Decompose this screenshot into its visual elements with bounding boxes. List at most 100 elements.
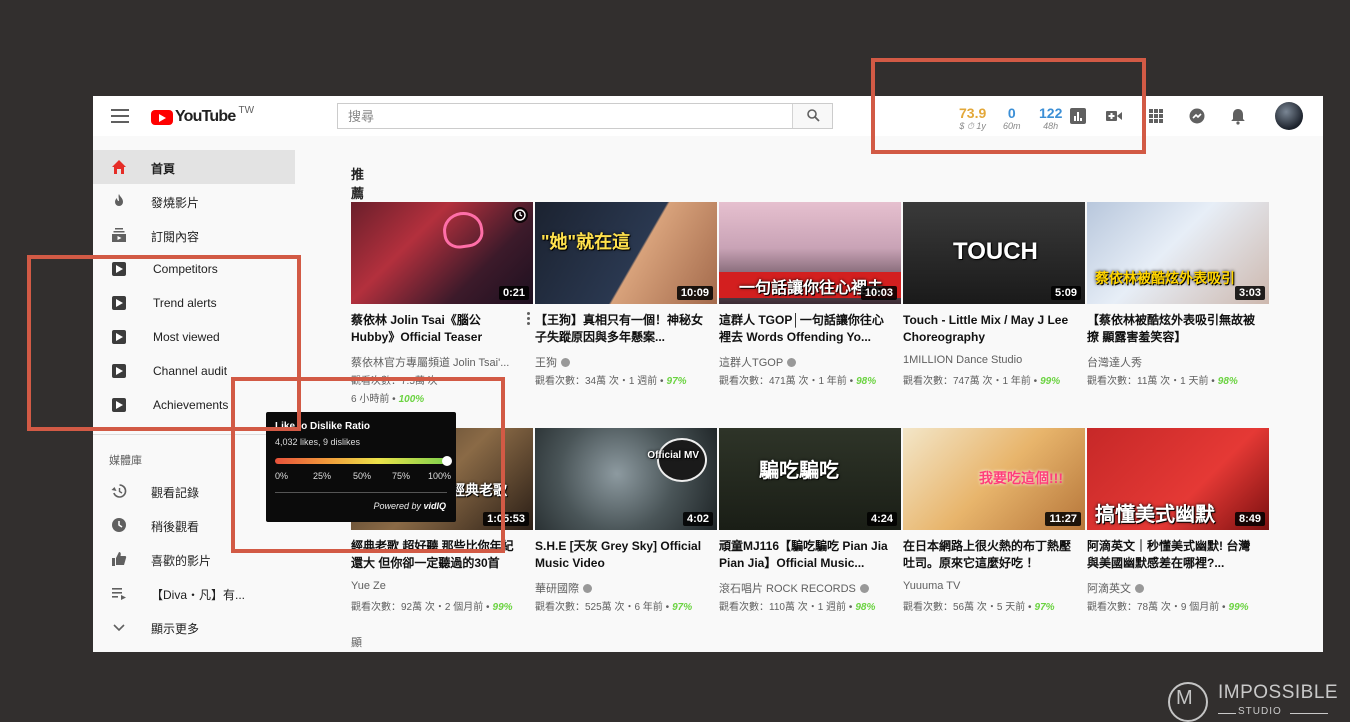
video-meta: 觀看次數：56萬 次・5 天前 • 97% xyxy=(903,598,1087,613)
video-card[interactable]: 我要吃這個!!! 11:27 在日本網路上很火熱的布丁熱壓吐司。原來它這麼好吃 … xyxy=(903,428,1085,642)
sidebar-show-more[interactable]: 顯示更多 xyxy=(93,610,295,644)
video-title[interactable]: 蔡依林 Jolin Tsai《腦公 Hubby》Official Teaser xyxy=(351,312,521,346)
search-button[interactable] xyxy=(792,104,832,128)
menu-icon[interactable] xyxy=(111,109,129,123)
channel-name[interactable]: Yue Ze xyxy=(351,580,523,592)
channel-name-text: 王狗 xyxy=(535,357,557,369)
video-thumbnail[interactable]: 我要吃這個!!! 11:27 xyxy=(903,428,1085,530)
video-card[interactable]: TOUCH 5:09 Touch - Little Mix / May J Le… xyxy=(903,202,1085,416)
video-card[interactable]: 一句話讓你往心裡去 10:03 這群人 TGOP│一句話讓你往心裡去 Words… xyxy=(719,202,901,416)
channel-name-text: 1MILLION Dance Studio xyxy=(903,354,1023,366)
video-title[interactable]: S.H.E [天灰 Grey Sky] Official Music Video xyxy=(535,538,705,572)
sidebar-item-label: 首頁 xyxy=(151,162,176,176)
flame-icon xyxy=(115,194,123,206)
chevron-down-icon xyxy=(113,624,125,632)
bell-icon[interactable] xyxy=(1229,107,1247,125)
video-stats: 觀看次數：747萬 次・1 年前 • xyxy=(903,376,1038,387)
video-title[interactable]: 在日本網路上很火熱的布丁熱壓吐司。原來它這麼好吃 ！ xyxy=(903,538,1073,572)
sidebar-item-home[interactable]: 首頁 xyxy=(93,150,295,184)
sidebar-item-label: 【Diva・凡】有... xyxy=(151,588,246,602)
video-meta: 觀看次數：34萬 次・1 週前 • 97% xyxy=(535,372,719,387)
video-thumbnail[interactable]: 一句話讓你往心裡去 10:03 xyxy=(719,202,901,304)
channel-name[interactable]: 華研國際 xyxy=(535,580,707,596)
more-options-icon[interactable] xyxy=(523,312,533,328)
video-thumbnail[interactable]: 騙吃騙吃 4:24 xyxy=(719,428,901,530)
highlight-box-stats xyxy=(871,58,1146,154)
channel-name-text: 阿滴英文 xyxy=(1087,583,1131,595)
channel-name-text: Yuuuma TV xyxy=(903,580,961,592)
channel-name[interactable]: 阿滴英文 xyxy=(1087,580,1259,596)
search-input[interactable] xyxy=(338,104,792,128)
subscriptions-icon xyxy=(112,228,126,242)
like-ratio: 98% xyxy=(1217,376,1238,387)
channel-name-text: Yue Ze xyxy=(351,580,386,592)
video-title[interactable]: 【王狗】真相只有一個！神秘女子失蹤原因與多年懸案... xyxy=(535,312,705,346)
video-title[interactable]: Touch - Little Mix / May J Lee Choreogra… xyxy=(903,312,1073,346)
video-card[interactable]: "她"就在這 10:09 【王狗】真相只有一個！神秘女子失蹤原因與多年懸案...… xyxy=(535,202,717,416)
thumbnail-caption: 蔡依林被酷炫外表吸引 xyxy=(1095,270,1235,286)
video-title[interactable]: 頑童MJ116【騙吃騙吃 Pian Jia Pian Jia】Official … xyxy=(719,538,889,572)
video-duration: 10:03 xyxy=(860,286,897,300)
clock-icon[interactable] xyxy=(512,207,528,223)
apps-icon[interactable] xyxy=(1147,107,1165,125)
messages-icon[interactable] xyxy=(1188,107,1206,125)
verified-icon xyxy=(561,358,570,367)
studio-logo: M IMPOSSIBLE STUDIO xyxy=(1168,680,1338,722)
like-ratio: 99% xyxy=(1040,376,1061,387)
library-heading: 媒體庫 xyxy=(109,455,142,467)
sidebar-item-label: 觀看記錄 xyxy=(151,486,200,500)
video-thumbnail[interactable]: 蔡依林被酷炫外表吸引 3:03 xyxy=(1087,202,1269,304)
video-title[interactable]: 這群人 TGOP│一句話讓你往心裡去 Words Offending Yo... xyxy=(719,312,889,346)
clock-icon xyxy=(112,518,126,532)
video-stats: 觀看次數：525萬 次・6 年前 • xyxy=(535,602,670,613)
video-title[interactable]: 【蔡依林被酷炫外表吸引無故被撩 顯露害羞笑容】 xyxy=(1087,312,1257,346)
channel-name-text: 滾石唱片 ROCK RECORDS xyxy=(719,583,856,595)
studio-sub: STUDIO xyxy=(1238,706,1282,717)
sidebar-item-subscriptions[interactable]: 訂閱內容 xyxy=(93,218,295,252)
like-ratio: 98% xyxy=(856,376,877,387)
video-card[interactable]: 搞懂美式幽默 8:49 阿滴英文｜秒懂美式幽默! 台灣與美國幽默感差在哪裡?..… xyxy=(1087,428,1269,642)
video-thumbnail[interactable]: TOUCH 5:09 xyxy=(903,202,1085,304)
history-icon xyxy=(111,484,127,498)
search-box xyxy=(337,103,833,129)
channel-name[interactable]: Yuuuma TV xyxy=(903,580,1075,592)
video-card[interactable]: 騙吃騙吃 4:24 頑童MJ116【騙吃騙吃 Pian Jia Pian Jia… xyxy=(719,428,901,642)
video-duration: 10:09 xyxy=(676,286,713,300)
show-more-info-link[interactable]: 顯示完整資訊 xyxy=(351,634,362,652)
channel-name[interactable]: 王狗 xyxy=(535,354,707,370)
channel-name[interactable]: 台灣達人秀 xyxy=(1087,354,1259,370)
video-thumbnail[interactable]: Official MV 4:02 xyxy=(535,428,717,530)
search-icon xyxy=(807,109,820,122)
channel-name[interactable]: 1MILLION Dance Studio xyxy=(903,354,1075,366)
video-thumbnail[interactable]: "她"就在這 10:09 xyxy=(535,202,717,304)
video-meta: 觀看次數：471萬 次・1 年前 • 98% xyxy=(719,372,903,387)
thumbnail-caption: 我要吃這個!!! xyxy=(979,470,1063,486)
channel-name-text: 這群人TGOP xyxy=(719,357,784,369)
video-meta: 觀看次數：11萬 次・1 天前 • 98% xyxy=(1087,372,1271,387)
studio-name: IMPOSSIBLE xyxy=(1218,682,1339,703)
thumbnail-caption: TOUCH xyxy=(953,238,1038,265)
video-stats: 觀看次數：78萬 次・9 個月前 • xyxy=(1087,602,1226,613)
video-stats: 觀看次數：92萬 次・2 個月前 • xyxy=(351,602,490,613)
sidebar-item-label: 顯示更多 xyxy=(151,622,200,636)
video-card[interactable]: Official MV 4:02 S.H.E [天灰 Grey Sky] Off… xyxy=(535,428,717,642)
channel-name-text: 蔡依林官方專屬頻道 Jolin Tsai'... xyxy=(351,357,510,369)
channel-name[interactable]: 這群人TGOP xyxy=(719,354,891,370)
video-duration: 3:03 xyxy=(1234,286,1265,300)
sidebar-item-playlist[interactable]: 【Diva・凡】有... xyxy=(93,576,295,610)
avatar[interactable] xyxy=(1275,102,1303,130)
sidebar-item-trending[interactable]: 發燒影片 xyxy=(93,184,295,218)
channel-name[interactable]: 蔡依林官方專屬頻道 Jolin Tsai'... xyxy=(351,354,523,370)
video-thumbnail[interactable]: 搞懂美式幽默 8:49 xyxy=(1087,428,1269,530)
studio-logo-mark: M xyxy=(1176,687,1193,709)
channel-name-text: 華研國際 xyxy=(535,583,579,595)
studio-rule xyxy=(1218,713,1236,714)
video-thumbnail[interactable]: 0:21 xyxy=(351,202,533,304)
verified-icon xyxy=(787,358,797,367)
video-title[interactable]: 阿滴英文｜秒懂美式幽默! 台灣與美國幽默感差在哪裡?... xyxy=(1087,538,1257,572)
channel-name[interactable]: 滾石唱片 ROCK RECORDS xyxy=(719,580,891,596)
thumbnail-caption: 搞懂美式幽默 xyxy=(1095,504,1215,526)
youtube-logo[interactable]: YouTube TW xyxy=(151,105,254,126)
video-card[interactable]: 蔡依林被酷炫外表吸引 3:03 【蔡依林被酷炫外表吸引無故被撩 顯露害羞笑容】 … xyxy=(1087,202,1269,416)
verified-icon xyxy=(1135,584,1144,593)
